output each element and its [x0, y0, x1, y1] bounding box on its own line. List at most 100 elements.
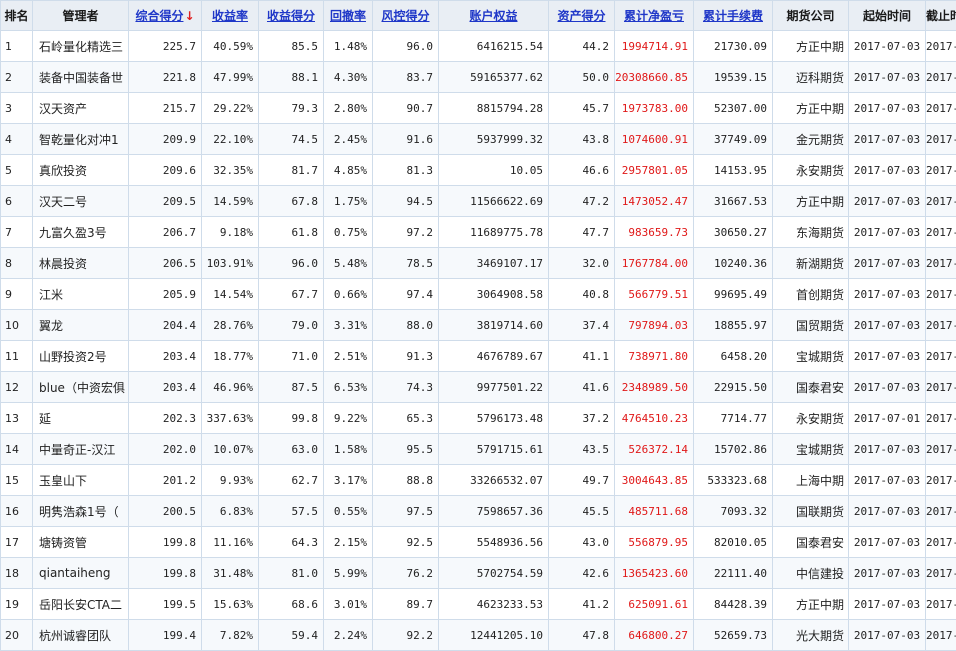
cell-fees: 6458.20 — [694, 341, 773, 372]
cell-asset-score: 41.2 — [549, 589, 615, 620]
header-net-pnl-label[interactable]: 累计净盈亏 — [624, 9, 684, 23]
header-asset-score-label[interactable]: 资产得分 — [557, 9, 605, 23]
cell-start-date: 2017-07-03 — [849, 62, 926, 93]
cell-risk-score: 97.4 — [373, 279, 439, 310]
cell-start-date: 2017-07-03 — [849, 248, 926, 279]
cell-net-pnl: 556879.95 — [615, 527, 694, 558]
cell-return-rate: 9.93% — [202, 465, 259, 496]
cell-return-rate: 11.16% — [202, 527, 259, 558]
cell-end-date: 2017-09-04 — [926, 31, 956, 62]
cell-end-date: 2017-09-04 — [926, 372, 956, 403]
cell-fees: 37749.09 — [694, 124, 773, 155]
cell-start-date: 2017-07-03 — [849, 465, 926, 496]
sort-risk-score[interactable]: 风控得分 — [373, 1, 439, 31]
cell-risk-score: 94.5 — [373, 186, 439, 217]
header-risk-score-label[interactable]: 风控得分 — [381, 9, 429, 23]
cell-drawdown: 1.48% — [324, 31, 373, 62]
cell-asset-score: 45.7 — [549, 93, 615, 124]
cell-risk-score: 74.3 — [373, 372, 439, 403]
ranking-table: 排名 管理者 综合得分↓ 收益率 收益得分 回撤率 风控得分 账户权益 资产得分… — [0, 0, 956, 651]
sort-composite-score[interactable]: 综合得分↓ — [129, 1, 202, 31]
sort-asset-score[interactable]: 资产得分 — [549, 1, 615, 31]
header-return-score-label[interactable]: 收益得分 — [267, 9, 315, 23]
cell-end-date: 2017-08-28 — [926, 403, 956, 434]
cell-net-pnl: 3004643.85 — [615, 465, 694, 496]
cell-net-pnl: 1074600.91 — [615, 124, 694, 155]
header-manager: 管理者 — [33, 1, 129, 31]
cell-risk-score: 90.7 — [373, 93, 439, 124]
cell-manager: 石岭量化精选三 — [33, 31, 129, 62]
cell-risk-score: 81.3 — [373, 155, 439, 186]
cell-composite-score: 202.0 — [129, 434, 202, 465]
cell-risk-score: 91.3 — [373, 341, 439, 372]
sort-net-pnl[interactable]: 累计净盈亏 — [615, 1, 694, 31]
cell-end-date: 2017-09-04 — [926, 589, 956, 620]
sort-equity[interactable]: 账户权益 — [439, 1, 549, 31]
cell-return-rate: 337.63% — [202, 403, 259, 434]
cell-equity: 8815794.28 — [439, 93, 549, 124]
cell-manager: 汉天资产 — [33, 93, 129, 124]
cell-composite-score: 209.9 — [129, 124, 202, 155]
header-composite-label[interactable]: 综合得分 — [135, 9, 183, 23]
cell-fees: 19539.15 — [694, 62, 773, 93]
cell-fees: 84428.39 — [694, 589, 773, 620]
cell-drawdown: 4.85% — [324, 155, 373, 186]
table-row: 5真欣投资209.632.35%81.74.85%81.310.0546.629… — [1, 155, 956, 186]
cell-composite-score: 199.8 — [129, 527, 202, 558]
cell-net-pnl: 1973783.00 — [615, 93, 694, 124]
header-fees-label[interactable]: 累计手续费 — [703, 9, 763, 23]
cell-company: 光大期货 — [773, 620, 849, 651]
cell-start-date: 2017-07-01 — [849, 403, 926, 434]
cell-manager: blue（中资宏俱 — [33, 372, 129, 403]
cell-company: 国联期货 — [773, 496, 849, 527]
cell-rank: 12 — [1, 372, 33, 403]
cell-return-rate: 29.22% — [202, 93, 259, 124]
sort-desc-icon[interactable]: ↓ — [184, 9, 194, 23]
cell-return-rate: 103.91% — [202, 248, 259, 279]
cell-start-date: 2017-07-03 — [849, 310, 926, 341]
header-equity-label[interactable]: 账户权益 — [469, 9, 517, 23]
cell-net-pnl: 4764510.23 — [615, 403, 694, 434]
header-drawdown-label[interactable]: 回撤率 — [330, 9, 366, 23]
cell-equity: 3064908.58 — [439, 279, 549, 310]
sort-return-rate[interactable]: 收益率 — [202, 1, 259, 31]
sort-drawdown[interactable]: 回撤率 — [324, 1, 373, 31]
cell-start-date: 2017-07-03 — [849, 558, 926, 589]
cell-company: 新湖期货 — [773, 248, 849, 279]
cell-start-date: 2017-07-03 — [849, 372, 926, 403]
header-return-rate-label[interactable]: 收益率 — [212, 9, 248, 23]
cell-drawdown: 3.01% — [324, 589, 373, 620]
cell-asset-score: 47.7 — [549, 217, 615, 248]
cell-drawdown: 2.51% — [324, 341, 373, 372]
cell-equity: 3819714.60 — [439, 310, 549, 341]
cell-company: 国泰君安 — [773, 527, 849, 558]
cell-return-rate: 40.59% — [202, 31, 259, 62]
table-row: 2装备中国装备世221.847.99%88.14.30%83.759165377… — [1, 62, 956, 93]
cell-risk-score: 91.6 — [373, 124, 439, 155]
cell-risk-score: 76.2 — [373, 558, 439, 589]
cell-manager: 江米 — [33, 279, 129, 310]
cell-return-score: 87.5 — [259, 372, 324, 403]
cell-equity: 11566622.69 — [439, 186, 549, 217]
cell-rank: 14 — [1, 434, 33, 465]
cell-net-pnl: 1473052.47 — [615, 186, 694, 217]
cell-net-pnl: 646800.27 — [615, 620, 694, 651]
cell-risk-score: 97.5 — [373, 496, 439, 527]
cell-net-pnl: 983659.73 — [615, 217, 694, 248]
table-row: 7九富久盈3号206.79.18%61.80.75%97.211689775.7… — [1, 217, 956, 248]
cell-fees: 14153.95 — [694, 155, 773, 186]
cell-start-date: 2017-07-03 — [849, 155, 926, 186]
cell-asset-score: 41.1 — [549, 341, 615, 372]
cell-fees: 30650.27 — [694, 217, 773, 248]
cell-fees: 99695.49 — [694, 279, 773, 310]
cell-company: 方正中期 — [773, 186, 849, 217]
cell-manager: 林晨投资 — [33, 248, 129, 279]
sort-return-score[interactable]: 收益得分 — [259, 1, 324, 31]
cell-drawdown: 2.15% — [324, 527, 373, 558]
sort-fees[interactable]: 累计手续费 — [694, 1, 773, 31]
table-row: 17塘铸资管199.811.16%64.32.15%92.55548936.56… — [1, 527, 956, 558]
table-row: 11山野投资2号203.418.77%71.02.51%91.34676789.… — [1, 341, 956, 372]
cell-asset-score: 43.5 — [549, 434, 615, 465]
cell-drawdown: 1.75% — [324, 186, 373, 217]
cell-risk-score: 88.0 — [373, 310, 439, 341]
